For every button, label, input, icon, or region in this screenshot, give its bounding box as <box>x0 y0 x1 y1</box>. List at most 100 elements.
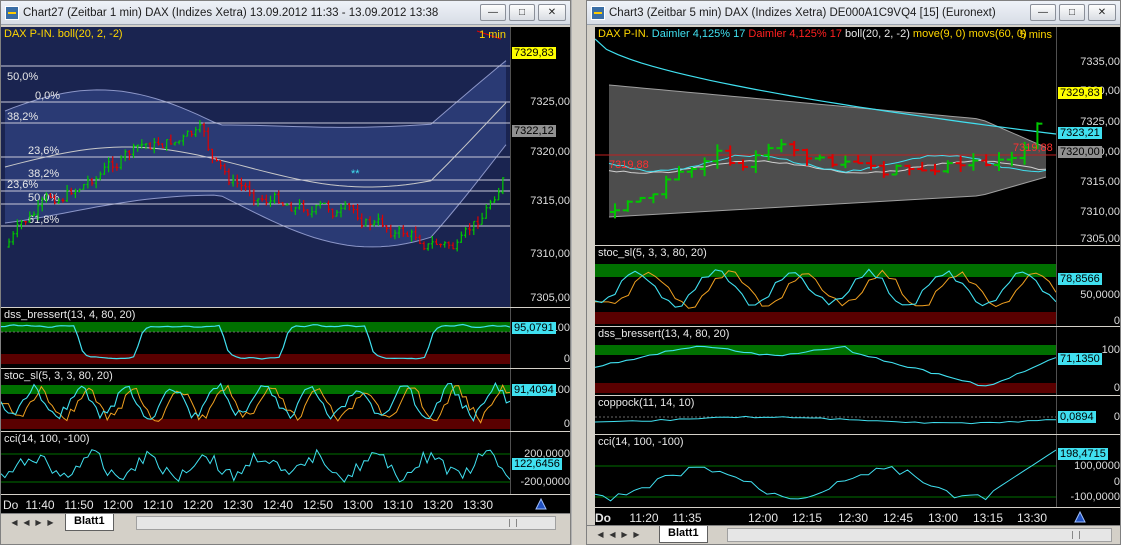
r-cci-panel[interactable]: cci(14, 100, -100) <box>595 435 1056 507</box>
l-main-chart: 50,0%0,0%38,2%23,6%38,2%23,6%50,0%61,8%*… <box>1 27 510 307</box>
r-title-move: move(9, 0) <box>912 28 966 40</box>
chart-app-icon <box>5 5 19 20</box>
next-sheet-icon[interactable]: ▶ <box>619 529 630 540</box>
x-tick-label: 13:20 <box>422 498 454 512</box>
overbought-zone <box>1 322 510 332</box>
dss-value-tag: 71,1350 <box>1058 353 1102 365</box>
maximize-icon: □ <box>1068 7 1076 18</box>
y-tick-label: 0 <box>1113 382 1120 394</box>
minimize-button[interactable]: — <box>480 4 506 21</box>
l-dss-panel[interactable]: dss_bressert(13, 4, 80, 20) <box>1 308 510 368</box>
sheet-tab-blatt1[interactable]: Blatt1 <box>65 514 114 531</box>
first-sheet-icon[interactable]: ◀ <box>595 529 606 540</box>
r-main-y-axis: 7305,00 7310,00 7315,00 7320,00 7325,00 … <box>1056 27 1120 245</box>
close-button[interactable]: ✕ <box>1088 4 1116 21</box>
r-stoc-y-axis: 50,0000 0 78,8566 <box>1056 246 1120 326</box>
r-main-panel[interactable]: DAX P-IN. Daimler 4,125% 17 Daimler 4,12… <box>595 27 1056 245</box>
oversold-zone <box>595 312 1056 324</box>
last-sheet-icon[interactable]: ▶ <box>631 529 642 540</box>
y-tick-label: 50,0000 <box>1080 289 1120 301</box>
chart27-title: Chart27 (Zeitbar 1 min) DAX (Indizes Xet… <box>23 6 439 19</box>
x-tick-label: 12:45 <box>882 511 914 525</box>
x-tick-label: 12:10 <box>142 498 174 512</box>
chart3-title: Chart3 (Zeitbar 5 min) DAX (Indizes Xetr… <box>609 6 996 19</box>
oversold-zone <box>1 354 510 364</box>
y-tick-label: 7315,00 <box>1080 176 1120 188</box>
y-tick-label: 0 <box>1113 476 1120 488</box>
oversold-zone <box>595 383 1056 393</box>
overbought-zone <box>595 345 1056 355</box>
l-time-axis: Do 11:40 11:50 12:00 12:10 12:20 12:30 1… <box>1 495 570 513</box>
prev-sheet-icon[interactable]: ◀ <box>607 529 618 540</box>
r-coppock-title: coppock(11, 14, 10) <box>598 397 695 409</box>
l-cci-title: cci(14, 100, -100) <box>4 433 90 445</box>
l-cci-panel[interactable]: cci(14, 100, -100) <box>1 432 510 494</box>
r-dss-title: dss_bressert(13, 4, 80, 20) <box>598 328 730 340</box>
r-stoc-panel[interactable]: stoc_sl(5, 3, 3, 80, 20) <box>595 246 1056 326</box>
y-tick-label: -100,0000 <box>1070 491 1120 503</box>
window-divider <box>571 0 586 545</box>
fibonacci-label: 23,6% <box>7 179 38 191</box>
sheet-tab-blatt1[interactable]: Blatt1 <box>659 526 708 543</box>
boll-tag: 7323,21 <box>1058 127 1102 139</box>
scroll-grip-icon <box>509 519 517 527</box>
chart27-titlebar[interactable]: Chart27 (Zeitbar 1 min) DAX (Indizes Xet… <box>1 1 570 25</box>
r-coppock-panel[interactable]: coppock(11, 14, 10) <box>595 396 1056 434</box>
r-title-boll: boll(20, 2, -2) <box>845 28 910 40</box>
y-tick-label: 7325,00 <box>530 96 570 108</box>
l-stoc-panel[interactable]: stoc_sl(5, 3, 3, 80, 20) <box>1 369 510 431</box>
r-title-daimler: Daimler 4,125% 17 <box>651 28 746 40</box>
r-stoc-title: stoc_sl(5, 3, 3, 80, 20) <box>598 247 707 259</box>
chart3-window: Chart3 (Zeitbar 5 min) DAX (Indizes Xetr… <box>586 0 1121 545</box>
x-tick-label: 11:40 <box>25 498 55 512</box>
pointer-icon[interactable] <box>1073 510 1087 523</box>
horizontal-scrollbar[interactable] <box>136 516 556 530</box>
x-tick-label: 13:30 <box>462 498 494 512</box>
cci-line <box>1 448 510 483</box>
x-tick-label: 11:35 <box>672 511 702 525</box>
minimize-button[interactable]: — <box>1030 4 1056 21</box>
fibonacci-label: 50,0% <box>7 71 38 83</box>
next-sheet-icon[interactable]: ▶ <box>33 517 44 528</box>
chart3-titlebar[interactable]: Chart3 (Zeitbar 5 min) DAX (Indizes Xetr… <box>587 1 1120 25</box>
x-tick-label: 13:00 <box>927 511 959 525</box>
x-tick-label: 12:50 <box>302 498 334 512</box>
y-tick-label: -200,0000 <box>520 476 570 488</box>
x-tick-label: 13:15 <box>972 511 1004 525</box>
chart-app-icon <box>591 5 605 20</box>
first-sheet-icon[interactable]: ◀ <box>9 517 20 528</box>
r-dss-panel[interactable]: dss_bressert(13, 4, 80, 20) <box>595 327 1056 395</box>
l-stoc-y-axis: 100 0 91,4094 <box>510 369 570 431</box>
stoc-value-tag: 78,8566 <box>1058 273 1102 285</box>
r-main-chart <box>595 38 1056 219</box>
x-tick-label: 12:30 <box>837 511 869 525</box>
l-interval-label: 1 min <box>479 29 506 41</box>
stoc-value-tag: 91,4094 <box>512 384 556 396</box>
boll-tag: 7322,12 <box>512 125 556 137</box>
r-dss-y-axis: 100 0 71,1350 <box>1056 327 1120 395</box>
x-tick-label: Do <box>595 511 611 525</box>
coppock-value-tag: 0,0894 <box>1058 411 1096 423</box>
l-cci-y-axis: 200,0000 -200,0000 122,6456 <box>510 432 570 494</box>
y-tick-label: 7310,00 <box>1080 206 1120 218</box>
l-dss-y-axis: 100 0 95,0791 <box>510 308 570 368</box>
overbought-zone <box>595 264 1056 277</box>
horizontal-scrollbar[interactable] <box>727 528 1112 542</box>
y-tick-label: 0 <box>1113 411 1120 423</box>
l-main-panel[interactable]: 50,0% 0,0% 38,2% 23,6% 38,2% 23,6% 50,0% 61,8% *… <box>1 27 510 307</box>
x-tick-label: 12:15 <box>791 511 823 525</box>
pointer-icon[interactable] <box>534 497 548 510</box>
overlay-mark: ** <box>351 168 360 180</box>
y-tick-label: 7305,00 <box>530 292 570 304</box>
prev-sheet-icon[interactable]: ◀ <box>21 517 32 528</box>
close-button[interactable]: ✕ <box>538 4 566 21</box>
cci-line <box>595 449 1056 502</box>
x-tick-label: 12:30 <box>222 498 254 512</box>
x-tick-label: 13:30 <box>1016 511 1048 525</box>
cci-value-tag: 122,6456 <box>512 458 562 470</box>
maximize-button[interactable]: □ <box>1059 4 1085 21</box>
close-icon: ✕ <box>1097 7 1107 18</box>
maximize-button[interactable]: □ <box>509 4 535 21</box>
line-value-label: 7319,88 <box>1013 142 1053 154</box>
last-sheet-icon[interactable]: ▶ <box>45 517 56 528</box>
